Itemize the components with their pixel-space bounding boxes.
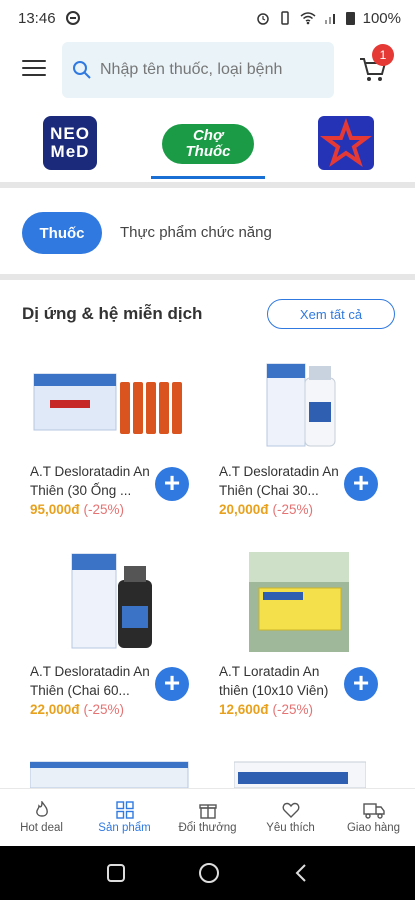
product-image <box>266 363 336 447</box>
recent-apps-icon[interactable] <box>106 863 126 883</box>
nav-label: Yêu thích <box>266 822 315 834</box>
add-to-cart-button[interactable]: + <box>344 467 378 501</box>
flame-icon <box>35 801 48 817</box>
product-price: 95,000đ (-25%) <box>30 502 125 517</box>
search-icon <box>73 61 91 79</box>
battery-icon <box>345 12 355 25</box>
neomed-text-top: NEO <box>50 124 90 143</box>
grid-icon <box>115 801 134 819</box>
search-placeholder: Nhập tên thuốc, loại bệnh <box>100 61 283 78</box>
add-to-cart-button[interactable]: + <box>344 667 378 701</box>
brand-chothuoc-logo[interactable]: Chợ Thuốc <box>162 124 254 164</box>
nav-label: Sản phẩm <box>98 822 151 834</box>
battery-percent: 100% <box>362 9 401 27</box>
star-logo-icon <box>320 118 372 168</box>
status-time: 13:46 <box>18 9 56 27</box>
nav-label: Hot deal <box>20 822 63 834</box>
app-header: Nhập tên thuốc, loại bệnh 1 <box>0 36 415 106</box>
wifi-icon <box>300 12 316 25</box>
brand-tabs: NEO MeD Chợ Thuốc <box>0 106 415 182</box>
search-bar[interactable]: Nhập tên thuốc, loại bệnh <box>62 42 334 98</box>
menu-icon[interactable] <box>22 60 46 78</box>
nav-yeu-thich[interactable]: Yêu thích <box>249 789 332 846</box>
vibrate-icon <box>280 11 289 25</box>
product-name: A.T Desloratadin An Thiên (Chai 60... <box>30 664 150 698</box>
product-image <box>33 373 182 434</box>
category-tabs: Thuốc Thực phẩm chức năng <box>0 192 415 272</box>
nav-hot-deal[interactable]: Hot deal <box>0 789 83 846</box>
nav-label: Giao hàng <box>346 822 401 834</box>
product-discount: (-25%) <box>272 502 314 517</box>
product-name: A.T Desloratadin An Thiên (Chai 30... <box>219 464 339 498</box>
status-bar: 13:46 100% <box>0 0 415 36</box>
gift-icon <box>198 804 217 819</box>
product-image-partial <box>234 761 366 788</box>
alarm-icon <box>256 13 269 25</box>
cart-badge: 1 <box>372 44 394 66</box>
bottom-navigation: Hot deal Sản phẩm Đổi thưởng Yêu thích G… <box>0 788 415 846</box>
section-divider <box>0 182 415 188</box>
truck-icon <box>362 803 385 819</box>
product-discount: (-25%) <box>83 502 125 517</box>
product-image-partial <box>30 761 189 788</box>
nav-label: Đổi thưởng <box>178 822 237 834</box>
add-to-cart-button[interactable]: + <box>155 667 189 701</box>
system-navigation-bar <box>0 846 415 900</box>
product-image <box>249 552 349 652</box>
add-to-cart-button[interactable]: + <box>155 467 189 501</box>
product-name: A.T Loratadin An thiên (10x10 Viên) <box>219 664 329 698</box>
brand-neomed-logo[interactable]: NEO MeD <box>43 116 97 170</box>
product-image <box>71 553 152 649</box>
home-icon[interactable] <box>198 862 220 884</box>
section-divider <box>0 274 415 280</box>
chothuoc-text-top: Chợ <box>192 127 224 144</box>
heart-icon <box>282 802 299 818</box>
back-icon[interactable] <box>293 863 309 883</box>
signal-icon <box>324 14 335 24</box>
product-price: 12,600đ (-25%) <box>219 702 314 717</box>
neomed-text-bottom: MeD <box>50 142 90 161</box>
product-discount: (-25%) <box>272 702 314 717</box>
product-discount: (-25%) <box>83 702 125 717</box>
product-name: A.T Desloratadin An Thiên (30 Ống ... <box>30 464 150 498</box>
tab-thuc-pham-chuc-nang[interactable]: Thực phẩm chức năng <box>120 224 272 241</box>
product-price: 20,000đ (-25%) <box>219 502 314 517</box>
nav-san-pham[interactable]: Sản phẩm <box>83 789 166 846</box>
product-price: 22,000đ (-25%) <box>30 702 125 717</box>
brand-third-logo[interactable] <box>318 116 374 170</box>
chothuoc-text-bottom: Thuốc <box>185 143 231 160</box>
section-title: Dị ứng & hệ miễn dịch <box>22 304 203 323</box>
see-all-button[interactable]: Xem tất cả <box>267 299 395 329</box>
app-notification-icon <box>65 11 80 25</box>
nav-giao-hang[interactable]: Giao hàng <box>332 789 415 846</box>
tab-thuoc[interactable]: Thuốc <box>22 212 102 254</box>
nav-doi-thuong[interactable]: Đổi thưởng <box>166 789 249 846</box>
brand-tab-indicator <box>151 176 265 179</box>
